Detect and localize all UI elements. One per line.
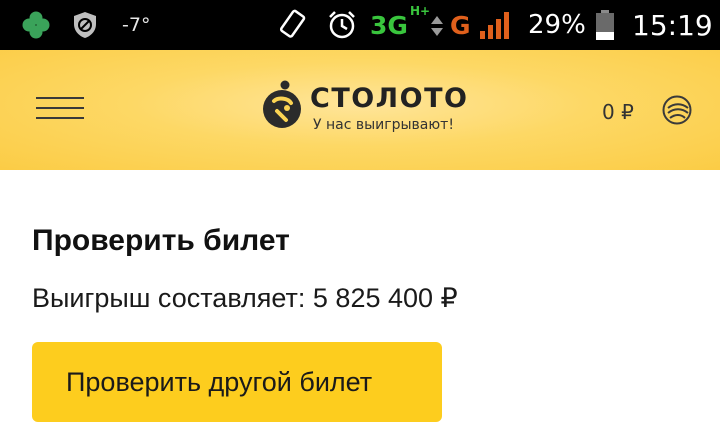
menu-icon: [36, 97, 84, 99]
menu-button[interactable]: [36, 97, 84, 119]
account-button[interactable]: [661, 94, 693, 130]
vpn-shield-icon: [72, 0, 98, 50]
account-icon: [662, 95, 692, 125]
alarm-clock-icon: [326, 0, 358, 50]
battery-percent: 29%: [528, 10, 586, 40]
app-header: СТОЛОТО У нас выигрывают! 0 ₽: [0, 50, 720, 170]
screen-rotation-icon: [278, 0, 308, 50]
network-type-label: 3G: [370, 10, 408, 40]
stoloto-logo-icon: [263, 80, 301, 128]
stoloto-logo[interactable]: СТОЛОТО У нас выигрывают!: [262, 77, 467, 137]
prize-amount-text: Выигрыш составляет: 5 825 400 ₽: [32, 283, 458, 313]
page-title: Проверить билет: [32, 224, 290, 257]
brand-tagline: У нас выигрывают!: [313, 117, 454, 133]
network-subtype-label: H+: [410, 4, 431, 18]
battery-icon: [594, 0, 616, 50]
status-bar: -7° 3G H+ G 29% 15:19: [0, 0, 720, 50]
wallet-balance[interactable]: 0 ₽: [602, 100, 634, 124]
signal-bars-icon: [478, 0, 518, 50]
brand-name: СТОЛОТО: [310, 83, 469, 114]
secondary-network-label: G: [450, 10, 471, 40]
clover-icon: [20, 0, 52, 50]
temperature-label: -7°: [122, 14, 151, 36]
check-another-ticket-button[interactable]: Проверить другой билет: [32, 342, 442, 422]
clock-time: 15:19: [632, 8, 713, 42]
data-arrows-icon: [429, 0, 445, 50]
